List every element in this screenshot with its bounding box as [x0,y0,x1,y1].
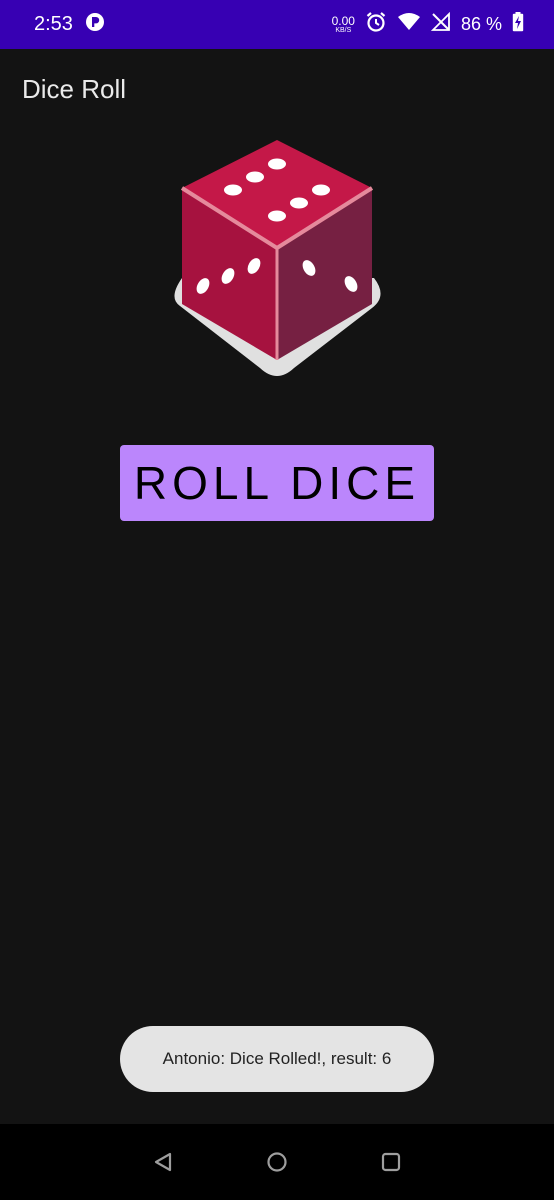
status-time: 2:53 [34,13,73,35]
alarm-icon [365,11,387,38]
net-speed-value: 0.00 [331,14,355,28]
status-bar-left: 2:53 [34,12,105,37]
net-speed-unit: KB/S [335,27,352,34]
roll-dice-button[interactable]: ROLL DICE [120,445,434,521]
wifi-icon [397,12,421,37]
dice-icon [174,140,381,376]
app-bar: Dice Roll [0,49,554,129]
app-title: Dice Roll [22,73,127,104]
battery-charging-icon [512,12,524,37]
status-bar-right: 0.00 KB/S 86 % [332,11,524,38]
no-signal-icon [430,11,451,37]
status-bar: 2:53 0.00 KB/S 86 % [0,0,554,49]
dice-image [160,128,394,388]
toast-message: Antonio: Dice Rolled!, result: 6 [120,1026,434,1092]
recents-icon[interactable] [378,1149,404,1175]
home-icon[interactable] [264,1149,290,1175]
net-speed: 0.00 KB/S [332,15,355,34]
system-nav-bar [0,1124,554,1200]
back-icon[interactable] [150,1149,176,1175]
app-p-icon [85,12,105,37]
battery-percent: 86 % [460,14,502,34]
